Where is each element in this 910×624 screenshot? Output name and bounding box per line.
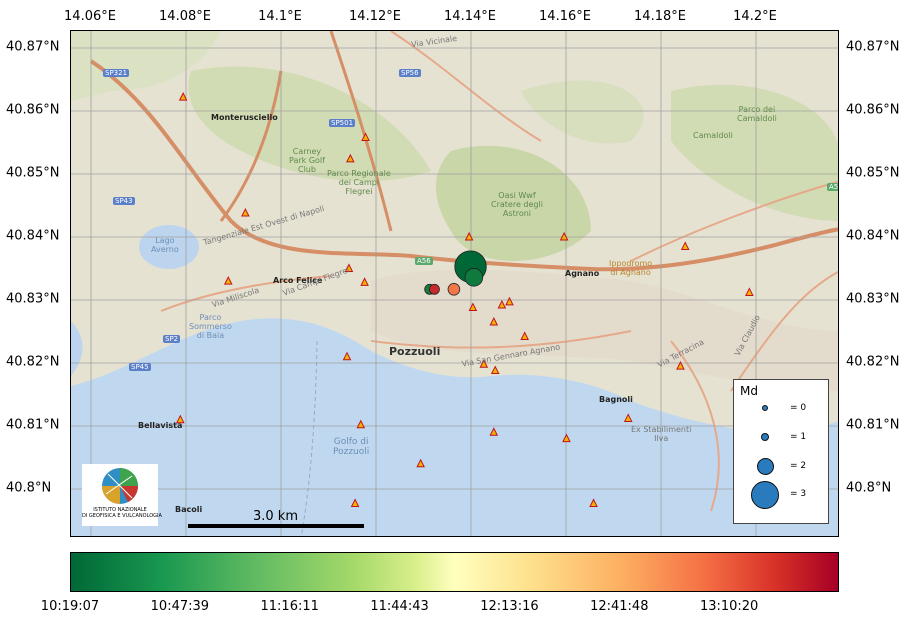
legend-label: = 3 <box>790 489 807 499</box>
place-pozzuoli: Pozzuoli <box>389 345 441 358</box>
colorbar-tick-label: 12:13:16 <box>480 599 539 614</box>
shield-sp501: SP501 <box>329 119 356 127</box>
lat-tick-label: 40.86°N <box>6 102 60 118</box>
shield-a56: A56 <box>415 257 433 265</box>
place-ex-stabilimenti: Ex Stabilimenti Ilva <box>631 425 692 443</box>
place-agnano: Agnano <box>565 269 600 278</box>
lat-tick-label: 40.86°N <box>846 102 900 118</box>
place-golfo: Golfo di Pozzuoli <box>333 437 370 457</box>
place-bellavista: Bellavista <box>138 421 183 430</box>
lat-tick-label: 40.85°N <box>846 165 900 181</box>
place-bacoli: Bacoli <box>175 505 203 514</box>
colorbar-tick-label: 13:10:20 <box>699 599 759 614</box>
place-carney-park: Carney Park Golf Club <box>289 147 325 174</box>
time-colorbar <box>70 552 839 592</box>
lon-tick-label: 14.12°E <box>349 9 401 24</box>
colorbar-tick-label: 10:19:07 <box>40 599 100 614</box>
shield-sp2: SP2 <box>163 335 181 343</box>
place-ippodromo: Ippodromo di Agnano <box>609 259 653 277</box>
lon-tick-label: 14.2°E <box>733 9 777 24</box>
lat-tick-label: 40.84°N <box>6 228 60 244</box>
lat-tick-label: 40.8°N <box>6 480 52 496</box>
lat-tick-label: 40.87°N <box>6 39 60 55</box>
lon-tick-label: 14.08°E <box>159 9 211 24</box>
shield-a56-east: A56 <box>827 183 838 191</box>
earthquake-event-marker <box>447 283 461 296</box>
place-camaldoli: Camaldoli <box>693 131 733 140</box>
lat-tick-label: 40.83°N <box>6 291 60 307</box>
lon-tick-label: 14.18°E <box>634 9 686 24</box>
legend-entry-0: = 0 <box>734 398 828 420</box>
legend-label: = 1 <box>790 432 807 442</box>
lat-tick-label: 40.82°N <box>6 354 60 370</box>
shield-sp321: SP321 <box>103 69 130 77</box>
scale-label: 3.0 km <box>253 509 298 524</box>
shield-sp45: SP45 <box>129 363 151 371</box>
lat-tick-label: 40.84°N <box>846 228 900 244</box>
logo-text: ISTITUTO NAZIONALE DI GEOFISICA E VULCAN… <box>82 507 162 519</box>
legend-marker <box>751 481 779 509</box>
lon-tick-label: 14.16°E <box>539 9 591 24</box>
place-bagnoli: Bagnoli <box>599 395 633 404</box>
lon-tick-label: 14.06°E <box>64 9 116 24</box>
place-parco-campi-flegrei: Parco Regionale dei Campi Flegrei <box>327 169 391 196</box>
place-oasi-astroni: Oasi Wwf Cratere degli Astroni <box>491 191 543 218</box>
lon-tick-label: 14.1°E <box>258 9 302 24</box>
lat-tick-label: 40.87°N <box>846 39 900 55</box>
legend-label: = 2 <box>790 461 807 471</box>
lat-tick-label: 40.85°N <box>6 165 60 181</box>
place-parco-camaldoli: Parco dei Camaldoli <box>737 105 777 123</box>
scale-bar <box>188 524 364 528</box>
lat-tick-label: 40.83°N <box>846 291 900 307</box>
shield-sp56: SP56 <box>399 69 421 77</box>
lat-tick-label: 40.81°N <box>6 417 60 433</box>
map-area[interactable]: Monterusciello Arco Felice Pozzuoli Agna… <box>70 30 839 537</box>
lat-tick-label: 40.8°N <box>846 480 892 496</box>
lat-tick-label: 40.82°N <box>846 354 900 370</box>
place-monterusciello: Monterusciello <box>211 113 278 122</box>
place-lago-averno: Lago Averno <box>151 236 179 254</box>
globe-icon <box>102 468 138 504</box>
shield-sp43: SP43 <box>113 197 135 205</box>
legend-label: = 0 <box>790 403 807 413</box>
magnitude-legend: Md = 0 = 1 = 2 = 3 <box>733 379 829 524</box>
colorbar-tick-label: 11:16:11 <box>260 599 319 614</box>
place-parco-sommerso: Parco Sommerso di Baia <box>189 313 232 340</box>
legend-entry-1: = 1 <box>734 427 828 449</box>
legend-title: Md <box>740 384 758 398</box>
earthquake-event-marker <box>464 268 484 287</box>
colorbar-tick-label: 11:44:43 <box>370 599 429 614</box>
earthquake-event-marker <box>429 283 440 295</box>
lon-tick-label: 14.14°E <box>444 9 496 24</box>
colorbar-tick-label: 10:47:39 <box>150 599 210 614</box>
legend-marker <box>761 433 769 441</box>
legend-marker <box>762 405 768 411</box>
colorbar-tick-label: 12:41:48 <box>590 599 649 614</box>
lat-tick-label: 40.81°N <box>846 417 900 433</box>
ingv-logo: ISTITUTO NAZIONALE DI GEOFISICA E VULCAN… <box>82 464 162 526</box>
legend-entry-2: = 2 <box>734 456 828 478</box>
basemap <box>71 31 838 536</box>
legend-entry-3: = 3 <box>734 481 828 509</box>
legend-marker <box>757 458 774 475</box>
